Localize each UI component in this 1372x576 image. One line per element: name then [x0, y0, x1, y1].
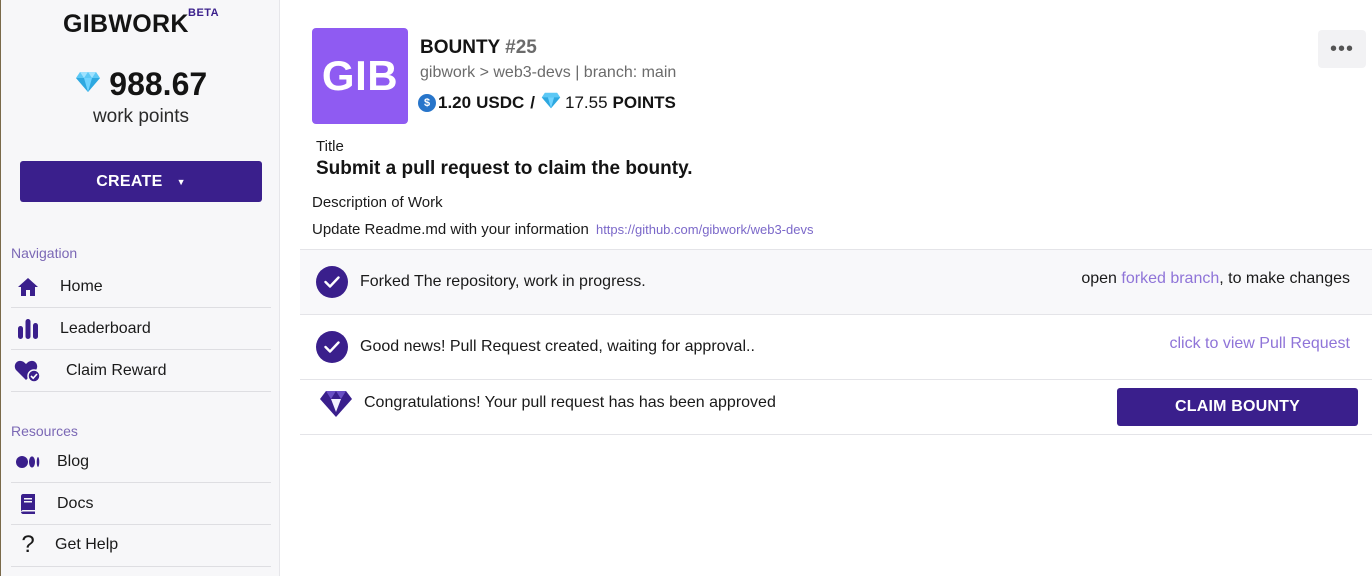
- status-row-forked: Forked The repository, work in progress.…: [300, 249, 1372, 314]
- forked-status-text: Forked The repository, work in progress.: [360, 273, 646, 290]
- usdc-unit: USDC: [476, 93, 525, 112]
- forked-branch-link[interactable]: forked branch: [1121, 270, 1219, 287]
- sidebar: GIBWORK BETA 988.67 work points CREATE ▼…: [0, 0, 280, 576]
- work-points: 988.67: [1, 66, 281, 103]
- points-unit: POINTS: [612, 93, 676, 112]
- bounty-title: BOUNTY #25: [420, 37, 537, 59]
- sidebar-item-label: Leaderboard: [60, 319, 151, 337]
- bounty-task-title: Submit a pull request to claim the bount…: [316, 158, 693, 179]
- book-icon: [11, 493, 45, 514]
- sidebar-item-leaderboard[interactable]: Leaderboard: [11, 308, 271, 350]
- app: GIBWORK BETA 988.67 work points CREATE ▼…: [0, 0, 1372, 576]
- bounty-number: #25: [505, 37, 537, 58]
- repo-link[interactable]: https://github.com/gibwork/web3-devs: [596, 222, 814, 237]
- description-label: Description of Work: [312, 194, 443, 211]
- reward-line: $ 1.20 USDC / 17.55 POINTS: [418, 92, 676, 114]
- divider: [11, 566, 271, 567]
- status-row-approved: Congratulations! Your pull request has h…: [300, 379, 1372, 435]
- navigation-label: Navigation: [11, 245, 78, 261]
- pr-status-text: Good news! Pull Request created, waiting…: [360, 338, 755, 355]
- status-row-pull-request: Good news! Pull Request created, waiting…: [300, 314, 1372, 379]
- create-button[interactable]: CREATE ▼: [20, 161, 262, 202]
- sidebar-item-blog[interactable]: Blog: [11, 441, 271, 483]
- home-icon: [11, 277, 45, 297]
- approved-status-text: Congratulations! Your pull request has h…: [364, 394, 776, 411]
- repo-branch-line: gibwork > web3-devs | branch: main: [420, 64, 677, 81]
- sidebar-item-claim-reward[interactable]: Claim Reward: [11, 350, 271, 392]
- bounty-logo: GIB: [312, 28, 408, 124]
- gem-icon: [319, 390, 353, 423]
- hint-prefix: open: [1081, 270, 1122, 287]
- title-label: Title: [316, 138, 344, 155]
- more-options-button[interactable]: •••: [1318, 30, 1366, 68]
- sidebar-item-get-help[interactable]: ? Get Help: [11, 524, 271, 566]
- check-circle-icon: [316, 331, 348, 363]
- sidebar-item-label: Get Help: [55, 536, 119, 553]
- hint-suffix: , to make changes: [1219, 270, 1350, 287]
- usdc-amount: 1.20: [438, 93, 472, 112]
- resources-label: Resources: [11, 423, 78, 439]
- sidebar-item-label: Blog: [57, 452, 90, 470]
- sidebar-item-label: Docs: [57, 494, 94, 512]
- points-label: work points: [92, 106, 190, 127]
- sidebar-item-home[interactable]: Home: [11, 266, 271, 308]
- leaderboard-icon: [11, 318, 45, 340]
- claim-reward-icon: [11, 359, 45, 383]
- diamond-icon: [541, 92, 561, 114]
- diamond-icon: [75, 71, 101, 98]
- forked-branch-hint: open forked branch, to make changes: [1081, 270, 1350, 288]
- question-icon: ?: [21, 531, 35, 558]
- bounty-title-text: BOUNTY: [420, 37, 500, 58]
- check-circle-icon: [316, 266, 348, 298]
- brand-logo[interactable]: GIBWORK: [63, 10, 189, 39]
- create-label: CREATE: [96, 172, 163, 190]
- caret-down-icon: ▼: [176, 176, 186, 187]
- points-amount: 17.55: [565, 93, 608, 112]
- sidebar-item-label: Claim Reward: [66, 361, 167, 379]
- description-body: Update Readme.md with your information: [312, 221, 589, 238]
- medium-icon: [11, 455, 45, 468]
- sidebar-item-label: Home: [60, 277, 103, 295]
- view-pull-request-link[interactable]: click to view Pull Request: [1169, 335, 1350, 353]
- points-value: 988.67: [109, 66, 208, 102]
- sidebar-item-docs[interactable]: Docs: [11, 483, 271, 525]
- description-text: Update Readme.md with your information h…: [312, 221, 813, 238]
- beta-badge: BETA: [188, 7, 220, 19]
- claim-bounty-button[interactable]: CLAIM BOUNTY: [1117, 388, 1358, 426]
- usdc-icon: $: [418, 94, 436, 112]
- separator: /: [530, 93, 535, 112]
